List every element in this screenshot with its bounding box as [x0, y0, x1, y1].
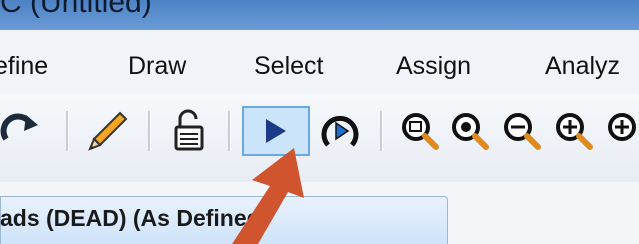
unlock-button[interactable] — [168, 109, 212, 153]
draw-button[interactable] — [86, 109, 130, 153]
zoom-out-button[interactable] — [500, 109, 544, 153]
run-analysis-button[interactable] — [242, 106, 310, 156]
run-now-button[interactable] — [318, 109, 362, 153]
zoom-more-button[interactable] — [604, 109, 639, 153]
toolbar-separator — [148, 111, 151, 151]
run-now-icon — [321, 115, 359, 147]
zoom-in-button[interactable] — [448, 109, 492, 153]
toolbar-separator — [228, 111, 231, 151]
menu-define[interactable]: efine — [0, 52, 48, 81]
zoom-in-icon — [452, 113, 489, 150]
redo-icon — [0, 113, 38, 141]
title-bar: C (Untitled) — [0, 0, 639, 30]
unlock-icon — [174, 109, 204, 151]
zoom-extra-button[interactable] — [552, 109, 596, 153]
zoom-out-icon — [504, 113, 541, 150]
redo-button[interactable] — [0, 109, 44, 153]
menu-assign[interactable]: Assign — [396, 52, 471, 81]
toolbar-separator — [380, 111, 383, 151]
window-title: C (Untitled) — [0, 0, 152, 19]
menu-analyze[interactable]: Analyz — [545, 52, 620, 81]
run-analysis-icon — [266, 119, 286, 143]
zoom-window-button[interactable] — [398, 109, 442, 153]
toolbar-separator — [66, 111, 69, 151]
zoom-extra-icon — [556, 113, 593, 150]
menu-select[interactable]: Select — [254, 52, 323, 81]
pencil-icon — [88, 111, 128, 151]
zoom-in-icon — [608, 113, 636, 141]
zoom-rubberband-icon — [402, 113, 439, 150]
tab-label: ads (DEAD) (As Defined) — [0, 205, 269, 231]
menu-draw[interactable]: Draw — [128, 52, 186, 81]
